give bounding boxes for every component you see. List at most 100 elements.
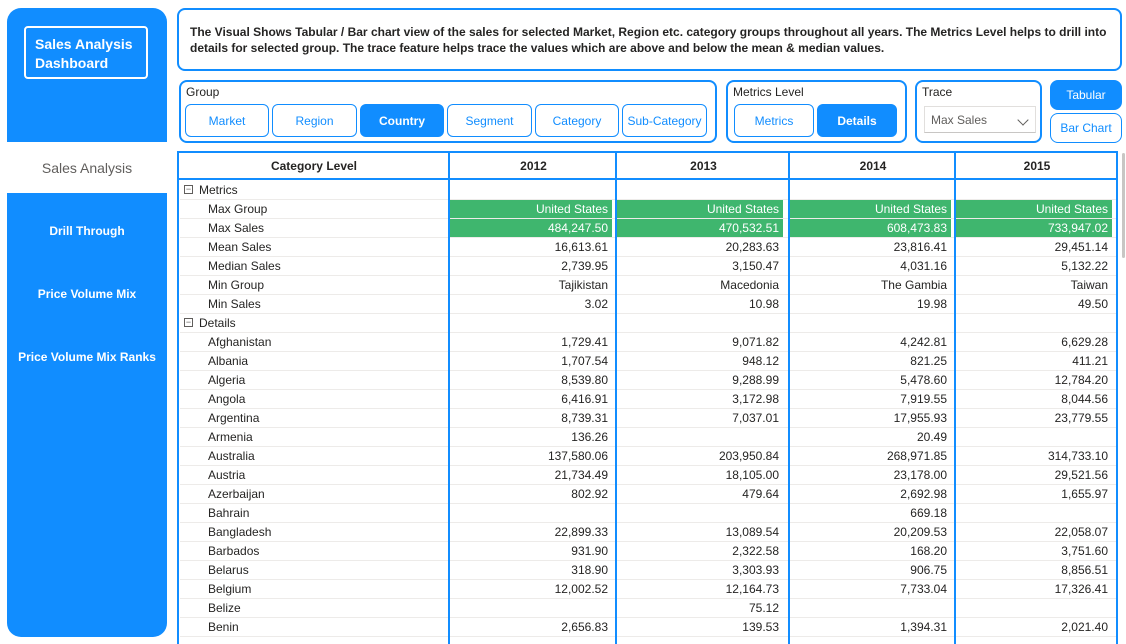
cell-value: 8,539.80 (561, 373, 608, 387)
group-option-region[interactable]: Region (272, 104, 357, 137)
row-label: Azerbaijan (208, 487, 265, 501)
row-label: Max Sales (208, 221, 265, 235)
table-header: Category Level 2012 2013 2014 2015 (177, 151, 1118, 180)
table-row: Mean Sales 16,613.61 20,283.63 23,816.41 29,… (177, 238, 1118, 257)
cell-value: 268,971.85 (886, 449, 947, 463)
nav-drill-through[interactable]: Drill Through (7, 224, 167, 238)
row-label: Argentina (208, 411, 260, 425)
cell-value: 7,919.55 (900, 392, 947, 406)
trace-value: Max Sales (931, 113, 988, 127)
cell-value: 1,707.54 (561, 354, 608, 368)
group-option-sub-category[interactable]: Sub-Category (622, 104, 707, 137)
row-label: Benin (208, 620, 239, 634)
cell-value: 608,473.83 (790, 219, 951, 238)
metrics-level-option-details[interactable]: Details (817, 104, 897, 137)
cell-value (956, 504, 1112, 523)
row-label: Median Sales (208, 259, 281, 273)
header-2012[interactable]: 2012 (451, 153, 616, 178)
column-divider (448, 151, 450, 644)
row-label: Min Group (208, 278, 265, 292)
cell-value: 1,729.41 (561, 335, 608, 349)
table-border-left (177, 151, 179, 644)
cell-value: 5,478.60 (900, 373, 947, 387)
cell-value: 4,031.16 (900, 259, 947, 273)
cell-value (956, 181, 1112, 200)
table-row: Min Sales 3.02 10.98 19.98 49.50 (177, 295, 1118, 314)
sales-matrix-table: Category Level 2012 2013 2014 2015 − Metr… (177, 151, 1118, 644)
cell-value: 23,178.00 (893, 468, 947, 482)
dashboard-title[interactable]: Sales Analysis Dashboard (24, 26, 148, 79)
nav-price-volume-mix[interactable]: Price Volume Mix (7, 287, 167, 301)
metrics-level-option-metrics[interactable]: Metrics (734, 104, 814, 137)
cell-value: 1,394.31 (900, 620, 947, 634)
row-label: Bangladesh (208, 525, 272, 539)
cell-value: 203,950.84 (718, 449, 779, 463)
cell-value: 17,955.93 (893, 411, 947, 425)
group-option-category[interactable]: Category (535, 104, 619, 137)
cell-value: 29,451.14 (1054, 240, 1108, 254)
tabular-view-button[interactable]: Tabular (1050, 80, 1122, 110)
cell-value: 137,580.06 (547, 449, 608, 463)
collapse-toggle-icon[interactable]: − (184, 318, 193, 327)
cell-value: 2,739.95 (561, 259, 608, 273)
metrics-level-label: Metrics Level (733, 85, 804, 99)
dashboard-root: Sales Analysis Dashboard Sales Analysis … (0, 0, 1126, 644)
row-label: Belarus (208, 563, 249, 577)
cell-value: 17,326.41 (1054, 582, 1108, 596)
row-label: Albania (208, 354, 249, 368)
cell-value: Macedonia (720, 278, 779, 292)
table-row: Belize 75.12 (177, 599, 1118, 618)
group-option-country[interactable]: Country (360, 104, 444, 137)
cell-value (450, 314, 612, 333)
nav-price-volume-mix-ranks[interactable]: Price Volume Mix Ranks (7, 350, 167, 364)
cell-value: 470,532.51 (617, 219, 783, 238)
cell-value: 906.75 (910, 563, 947, 577)
cell-value: 1,655.97 (1061, 487, 1108, 501)
cell-value: 6,629.28 (1061, 335, 1108, 349)
table-row: Austria 21,734.49 18,105.00 23,178.00 29,521… (177, 466, 1118, 485)
table-row: Barbados 931.90 2,322.58 168.20 3,751.60 (177, 542, 1118, 561)
trace-dropdown[interactable]: Max Sales (924, 106, 1036, 133)
row-label: Afghanistan (208, 335, 272, 349)
header-2013[interactable]: 2013 (618, 153, 789, 178)
cell-value (617, 181, 783, 200)
cell-value: 479.64 (742, 487, 779, 501)
cell-value (790, 181, 951, 200)
cell-value (790, 599, 951, 618)
cell-value (450, 181, 612, 200)
cell-value: United States (450, 200, 612, 219)
cell-value: United States (956, 200, 1112, 219)
group-option-segment[interactable]: Segment (447, 104, 532, 137)
cell-value: 4,242.81 (900, 335, 947, 349)
collapse-toggle-icon[interactable]: − (184, 185, 193, 194)
table-row: Belarus 318.90 3,303.93 906.75 8,856.51 (177, 561, 1118, 580)
header-2015[interactable]: 2015 (957, 153, 1117, 178)
metrics-level-slicer: Metrics Level Metrics Details (726, 80, 907, 143)
cell-value: 49.50 (1077, 297, 1108, 311)
cell-value: 9,071.82 (732, 335, 779, 349)
table-row: Algeria 8,539.80 9,288.99 5,478.60 12,784.20 (177, 371, 1118, 390)
cell-value: 75.12 (748, 601, 779, 615)
trace-slicer: Trace Max Sales (915, 80, 1042, 143)
cell-value: United States (617, 200, 783, 219)
nav-sales-analysis[interactable]: Sales Analysis (7, 142, 167, 193)
sidebar-nav: Drill Through Price Volume Mix Price Vol… (7, 193, 167, 637)
group-row: − Details (177, 314, 1118, 333)
cell-value: 318.90 (571, 563, 608, 577)
cell-value (617, 504, 783, 523)
header-2014[interactable]: 2014 (791, 153, 955, 178)
row-separator (180, 636, 1118, 637)
cell-value: 931.90 (571, 544, 608, 558)
bar-chart-view-button[interactable]: Bar Chart (1050, 113, 1122, 143)
group-option-market[interactable]: Market (185, 104, 269, 137)
cell-value: 3,303.93 (732, 563, 779, 577)
cell-value: 8,044.56 (1061, 392, 1108, 406)
cell-value: 733,947.02 (956, 219, 1112, 238)
cell-value: United States (790, 200, 951, 219)
table-row: Benin 2,656.83 139.53 1,394.31 2,021.40 (177, 618, 1118, 637)
cell-value (956, 599, 1112, 618)
header-category-level[interactable]: Category Level (179, 153, 449, 178)
cell-value: 29,521.56 (1054, 468, 1108, 482)
group-label: Group (186, 85, 220, 99)
table-scrollbar[interactable] (1122, 153, 1125, 258)
